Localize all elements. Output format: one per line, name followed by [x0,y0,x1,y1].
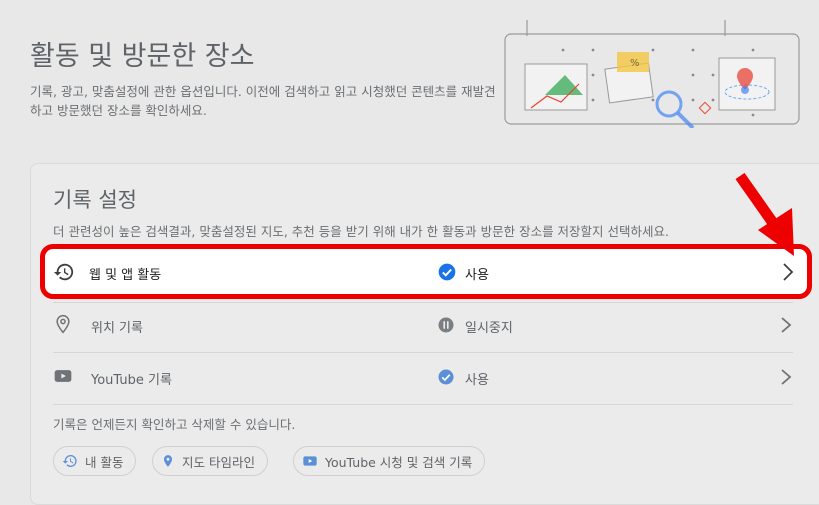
red-arrow-annotation [735,172,794,256]
my-activity-chip[interactable]: 내 활동 [53,446,137,476]
maps-timeline-label: 지도 타임라인 [182,454,255,470]
my-activity-label: 내 활동 [85,454,124,470]
history-settings-description: 더 관련성이 높은 검색결과, 맞춤설정된 지도, 추천 등을 받기 위해 내가… [53,224,669,239]
history-icon [62,455,77,467]
check-circle-icon [438,263,456,281]
web-app-activity-label: 웹 및 앱 활동 [89,268,162,283]
youtube-history-chip-label: YouTube 시청 및 검색 기록 [325,454,473,470]
history-note: 기록은 언제든지 확인하고 삭제할 수 있습니다. [53,417,296,432]
youtube-history-label: YouTube 기록 [91,373,172,388]
page-title: 활동 및 방문한 장소 [30,41,255,72]
history-settings-title: 기록 설정 [53,188,137,212]
youtube-icon [303,456,317,466]
chevron-right-icon[interactable] [779,315,793,335]
youtube-history-chip[interactable]: YouTube 시청 및 검색 기록 [293,446,486,476]
svg-text:%: % [630,58,640,69]
web-app-activity-row[interactable]: 웹 및 앱 활동 사용 [40,244,812,299]
page-description: 기록, 광고, 맞춤설정에 관한 옵션입니다. 이전에 검색하고 읽고 시청했던… [30,84,496,118]
check-circle-icon [438,369,454,385]
youtube-history-row[interactable]: YouTube 기록 사용 [53,352,793,404]
pause-circle-icon [438,317,454,333]
maps-timeline-chip[interactable]: 지도 타임라인 [152,446,268,476]
web-app-activity-status: 사용 [465,268,489,283]
youtube-history-status: 사용 [465,373,489,388]
history-settings-card: 기록 설정 더 관련성이 높은 검색결과, 맞춤설정된 지도, 추천 등을 받기… [30,163,819,505]
chevron-right-icon[interactable] [781,261,795,283]
chevron-right-icon[interactable] [779,367,793,387]
location-history-status: 일시중지 [465,321,513,336]
location-history-label: 위치 기록 [91,321,143,336]
location-history-row[interactable]: 위치 기록 일시중지 [53,300,793,352]
row-divider [53,404,793,405]
location-pin-icon [56,314,70,334]
location-pin-icon [163,455,173,467]
history-icon [53,263,74,281]
activity-illustration: % [504,20,800,128]
youtube-icon [54,370,72,382]
